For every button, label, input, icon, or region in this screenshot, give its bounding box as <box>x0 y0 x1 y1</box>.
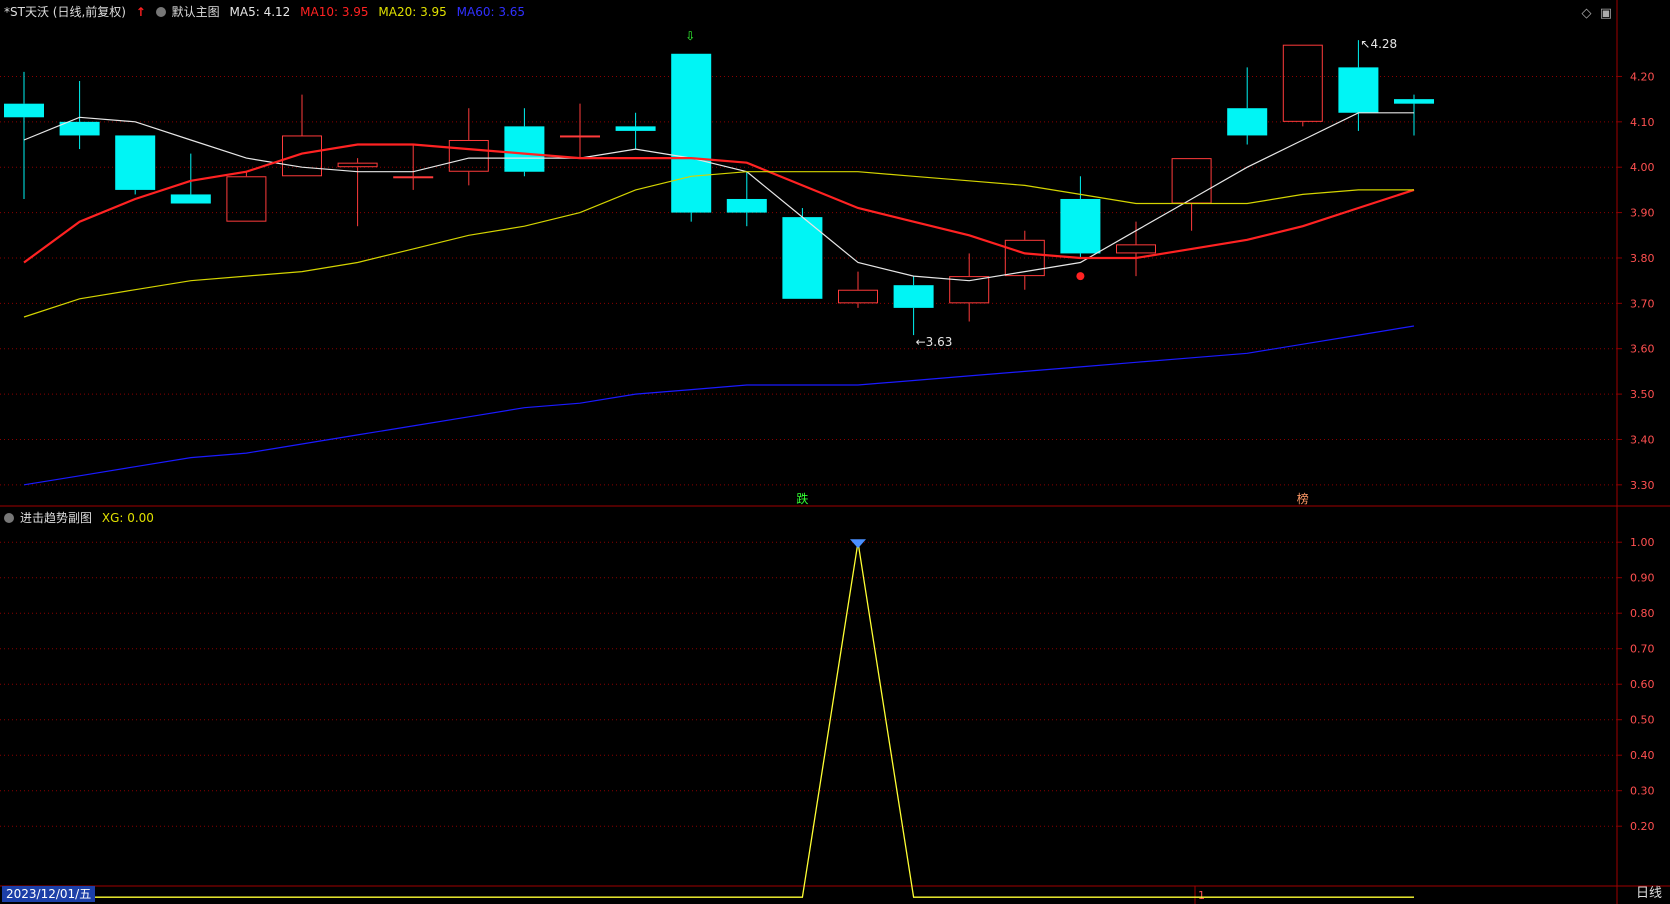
sub-y-tick-label: 0.90 <box>1630 572 1655 585</box>
candle-body <box>1282 44 1323 122</box>
candle-body <box>1116 244 1156 254</box>
ma-line-ma20 <box>23 171 1414 318</box>
candle-body <box>560 135 600 138</box>
candle-body <box>393 176 434 179</box>
period-label[interactable]: 日线 <box>1636 886 1662 902</box>
page-marker: 1 <box>1198 889 1205 902</box>
diamond-icon[interactable]: ◇ <box>1581 6 1591 21</box>
stock-title[interactable]: *ST天沃 (日线,前复权) <box>4 5 126 19</box>
y-tick-label: 3.60 <box>1630 343 1655 356</box>
panel-icon[interactable]: ▣ <box>1600 6 1612 21</box>
candle-body <box>337 162 378 168</box>
dropdown-icon[interactable] <box>155 7 166 17</box>
dropdown-icon[interactable] <box>4 513 14 523</box>
candle-body <box>59 121 100 136</box>
sub-y-tick-label: 1.00 <box>1630 536 1655 549</box>
sub-title[interactable]: 进击趋势副图 <box>20 511 92 525</box>
y-tick-label: 3.80 <box>1630 252 1655 265</box>
ma-line-ma60 <box>23 325 1415 486</box>
candle-body <box>226 176 267 222</box>
candle-body <box>4 103 44 118</box>
candle-body <box>671 53 712 213</box>
sub-y-tick-label: 0.80 <box>1630 607 1655 620</box>
ma60-value: MA60: 3.65 <box>456 5 526 19</box>
candle-body <box>1338 67 1379 113</box>
sub-y-tick-label: 0.60 <box>1630 678 1655 691</box>
up-arrow-icon: ↑ <box>135 5 146 19</box>
ma20-value: MA20: 3.95 <box>378 5 447 19</box>
candle-body <box>838 289 878 304</box>
y-tick-label: 3.50 <box>1630 388 1655 401</box>
sub-y-tick-label: 0.30 <box>1630 785 1655 798</box>
template-name[interactable]: 默认主图 <box>172 5 220 19</box>
candle-body <box>504 126 545 172</box>
y-tick-label: 3.30 <box>1630 479 1655 492</box>
sub-chart-header: 进击趋势副图 XG: 0.00 <box>4 509 160 527</box>
signal-label: 跌 <box>796 491 808 506</box>
y-tick-label: 3.70 <box>1630 297 1655 310</box>
signal-label: 榜 <box>1297 491 1309 506</box>
candle-body <box>782 217 823 299</box>
ma-line-ma5 <box>23 112 1414 282</box>
candle-body <box>726 198 767 213</box>
y-tick-label: 4.10 <box>1630 116 1655 129</box>
sub-y-tick-label: 0.20 <box>1630 820 1655 833</box>
candle-body <box>1171 158 1212 204</box>
candle-body <box>1060 198 1101 254</box>
kline-chart[interactable]: 1 4.20 4.10 4.00 3.90 3.80 3.70 3.60 3.50 3.40 3.3… <box>0 0 1670 904</box>
candle-body <box>115 135 156 190</box>
window-controls: ◇ ▣ <box>1581 6 1612 21</box>
signal-peak-icon <box>850 539 866 549</box>
candle-body <box>170 194 211 204</box>
y-tick-label: 4.20 <box>1630 70 1655 83</box>
candle-body <box>1394 99 1434 104</box>
y-tick-label: 4.00 <box>1630 161 1655 174</box>
main-chart-header: *ST天沃 (日线,前复权) ↑ 默认主图 MA5: 4.12 MA10: 3.… <box>4 3 531 21</box>
candle-body <box>893 285 934 308</box>
price-annotation: ↖4.28 <box>1360 37 1397 51</box>
y-tick-label: 3.90 <box>1630 207 1655 220</box>
down-arrow-icon: ⇩ <box>685 29 695 43</box>
xg-value: XG: 0.00 <box>101 511 154 525</box>
sub-y-tick-label: 0.70 <box>1630 643 1655 656</box>
ma10-value: MA10: 3.95 <box>300 5 369 19</box>
sub-y-tick-label: 0.40 <box>1630 749 1655 762</box>
buy-dot-marker <box>1076 272 1085 281</box>
ma5-value: MA5: 4.12 <box>229 5 291 19</box>
y-tick-label: 3.40 <box>1630 433 1655 446</box>
candle-body <box>282 135 322 177</box>
candle-body <box>1227 108 1268 136</box>
candle-body <box>615 126 656 131</box>
sub-y-tick-label: 0.50 <box>1630 714 1655 727</box>
candle-body <box>448 139 489 172</box>
price-annotation: ←3.63 <box>916 335 953 349</box>
date-cursor-label: 2023/12/01/五 <box>2 886 96 902</box>
